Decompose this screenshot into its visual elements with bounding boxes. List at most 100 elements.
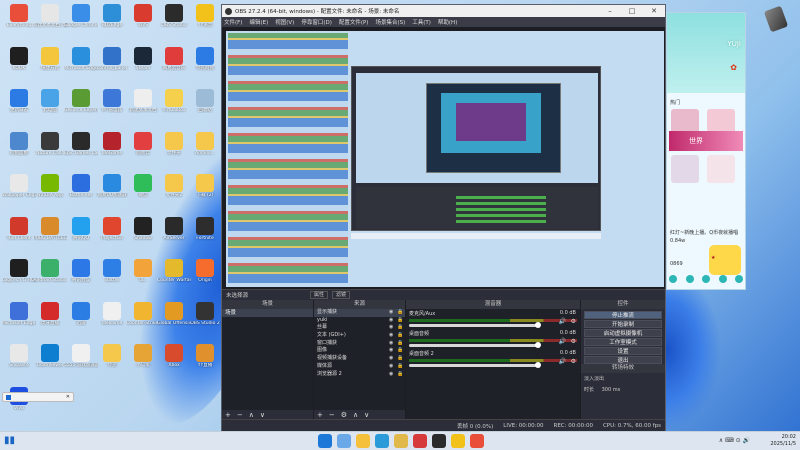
visibility-eye-icon[interactable]: ◉ xyxy=(389,309,397,317)
desktop-icon[interactable]: NVIDIA App xyxy=(33,172,67,210)
desktop-icon[interactable]: WPS xyxy=(126,2,160,40)
source-item[interactable]: 视频捕获设备 ◉ 🔒 xyxy=(314,355,405,363)
desktop-icon[interactable]: YY语音 xyxy=(188,2,222,40)
desktop-icon[interactable]: Riot Client xyxy=(2,215,36,253)
control-button[interactable]: 退出 xyxy=(584,356,662,364)
volume-slider[interactable] xyxy=(409,362,541,368)
source-item[interactable]: yuki ◉ 🔒 xyxy=(314,317,405,325)
close-button[interactable]: ✕ xyxy=(643,7,665,15)
mini-window-close-icon[interactable]: ✕ xyxy=(66,394,70,400)
desktop-icon[interactable]: WeGame xyxy=(95,130,129,168)
lock-icon[interactable]: 🔒 xyxy=(397,324,405,332)
maximize-button[interactable]: □ xyxy=(621,7,643,15)
scene-item[interactable]: 场景 xyxy=(222,309,313,317)
desktop-icon[interactable]: Nature Calls xyxy=(33,130,67,168)
desktop-icon[interactable]: Snipaste xyxy=(2,342,36,380)
desktop-icon[interactable]: YY直播 xyxy=(188,342,222,380)
transition-duration[interactable]: 时长 300 ms xyxy=(581,384,665,395)
source-up-button[interactable]: ∧ xyxy=(353,411,358,419)
clock[interactable]: 20:02 2025/11/5 xyxy=(770,434,796,448)
desktop-icon[interactable]: 更新日志 xyxy=(2,87,36,125)
desktop-icon[interactable]: 虎牙直播 xyxy=(33,300,67,338)
desktop-icon[interactable]: OBS Studio xyxy=(157,2,191,40)
desktop-icon[interactable]: Vivo xyxy=(2,385,36,423)
desktop-icon[interactable]: 微软Edge xyxy=(95,2,129,40)
side-tool-icon[interactable] xyxy=(735,275,743,283)
side-tool-icon[interactable] xyxy=(702,275,710,283)
desktop-icon[interactable]: OBS Studio 2 xyxy=(188,300,222,338)
visibility-eye-icon[interactable]: ◉ xyxy=(389,317,397,325)
desktop-icon[interactable]: Android Studio xyxy=(33,257,67,295)
mini-window[interactable]: ✕ xyxy=(2,392,74,402)
menu-tools[interactable]: 工具(T) xyxy=(412,18,431,26)
visibility-eye-icon[interactable]: ◉ xyxy=(389,347,397,355)
scene-down-button[interactable]: ∨ xyxy=(260,411,265,419)
speaker-icon[interactable]: 🔊 xyxy=(559,318,566,325)
sources-list[interactable]: 显示捕获 ◉ 🔒 yuki ◉ 🔒 丝幕 ◉ 🔒 文本 (GDI+) ◉ 🔒 窗口捕获 ◉ 🔒 图像 ◉ 🔒 视频捕… xyxy=(314,309,405,410)
control-button[interactable]: 设置 xyxy=(584,347,662,355)
volume-slider[interactable] xyxy=(409,322,541,328)
desktop-icon[interactable]: AirServer xyxy=(157,215,191,253)
speaker-icon[interactable]: 🔊 xyxy=(559,358,566,365)
visibility-eye-icon[interactable]: ◉ xyxy=(389,355,397,363)
source-item[interactable]: 文本 (GDI+) ◉ 🔒 xyxy=(314,332,405,340)
gear-icon[interactable]: ⚙ xyxy=(571,358,576,365)
desktop-icon[interactable]: Battle xyxy=(95,257,129,295)
obs-taskbar-icon[interactable] xyxy=(432,434,446,448)
desktop-icon[interactable]: Logitech G HUB xyxy=(2,257,36,295)
desktop-icon[interactable]: 微信 xyxy=(126,172,160,210)
control-button[interactable]: 开始录制 xyxy=(584,320,662,328)
obs-titlebar[interactable]: OBS 27.2.4 (64-bit, windows) - 配置文件: 未命名… xyxy=(222,5,665,17)
transition-type[interactable]: 淡入淡出 xyxy=(581,373,665,384)
desktop-icon[interactable]: 迅雷 xyxy=(64,300,98,338)
desktop-icon[interactable]: Wallpaper Engine xyxy=(2,172,36,210)
desktop-icon[interactable]: 新建文本文档 xyxy=(126,87,160,125)
edge-icon[interactable] xyxy=(375,434,389,448)
source-settings-button[interactable]: ⚙ xyxy=(341,411,347,419)
system-tray[interactable]: ∧ ⌨ ⊙ 🔊 xyxy=(719,437,750,444)
task-view-icon[interactable]: ▮▮ xyxy=(4,435,15,446)
desktop-icon[interactable]: Xbox xyxy=(157,342,191,380)
desktop-icon[interactable]: 5555 游戏加速器... xyxy=(64,342,98,380)
source-item[interactable]: 丝幕 ◉ 🔒 xyxy=(314,324,405,332)
add-source-button[interactable]: + xyxy=(317,411,323,419)
side-section-1[interactable]: 热门 xyxy=(670,99,680,106)
visibility-eye-icon[interactable]: ◉ xyxy=(389,340,397,348)
desktop-icon[interactable]: 此电脑 xyxy=(33,87,67,125)
desktop-icon[interactable]: Global Offensive xyxy=(157,300,191,338)
side-tool-icon[interactable] xyxy=(685,275,694,283)
desktop-icon[interactable]: 腾讯会议 xyxy=(64,257,98,295)
gear-icon[interactable]: ⚙ xyxy=(571,338,576,345)
desktop-icon[interactable]: Counter Warfare xyxy=(157,257,191,295)
desktop-icon[interactable]: PUBG BATTLEGR... xyxy=(33,215,67,253)
desktop-icon[interactable]: Ta... xyxy=(126,257,160,295)
menu-file[interactable]: 文件(F) xyxy=(224,18,242,26)
obs-preview[interactable] xyxy=(222,27,665,289)
add-scene-button[interactable]: + xyxy=(225,411,231,419)
desktop-icon[interactable]: 文件夹 xyxy=(157,130,191,168)
desktop-icon[interactable]: Admini... xyxy=(188,130,222,168)
taskbar-app-icon[interactable] xyxy=(413,434,427,448)
desktop-icon[interactable]: VirtualBox xyxy=(157,87,191,125)
desktop-icon[interactable]: 下载 (2) xyxy=(188,172,222,210)
menu-edit[interactable]: 编辑(E) xyxy=(249,18,268,26)
visibility-eye-icon[interactable]: ◉ xyxy=(389,324,397,332)
search-icon[interactable] xyxy=(337,434,351,448)
source-item[interactable]: 窗口捕获 ◉ 🔒 xyxy=(314,340,405,348)
desktop-icon[interactable]: Microsoft Edge xyxy=(64,45,98,83)
desktop-icon[interactable]: Battle.net xyxy=(64,172,98,210)
volume-slider[interactable] xyxy=(409,342,541,348)
volume-slider-handle[interactable] xyxy=(535,342,541,348)
control-button[interactable]: 工作室模式 xyxy=(584,338,662,346)
menu-view[interactable]: 视图(V) xyxy=(275,18,294,26)
desktop-icon[interactable]: 夸克网盘 xyxy=(188,45,222,83)
properties-button[interactable]: 属性 xyxy=(310,290,329,299)
source-item[interactable]: 浏览器源 2 ◉ 🔒 xyxy=(314,371,405,379)
desktop-icon[interactable]: MT管理器 xyxy=(95,87,129,125)
desktop-icon[interactable]: Origin xyxy=(188,257,222,295)
lock-icon[interactable]: 🔒 xyxy=(397,355,405,363)
desktop-icon[interactable]: 文件夹2 xyxy=(157,172,191,210)
desktop-icon[interactable]: TeamViewer xyxy=(33,342,67,380)
side-app-window[interactable]: YUJI ✿ 热门 世界 红灯~新晚上播。Q币夜就播唱 0.84w 0869 ★ xyxy=(666,12,746,290)
taskbar-app-icon[interactable] xyxy=(394,434,408,448)
